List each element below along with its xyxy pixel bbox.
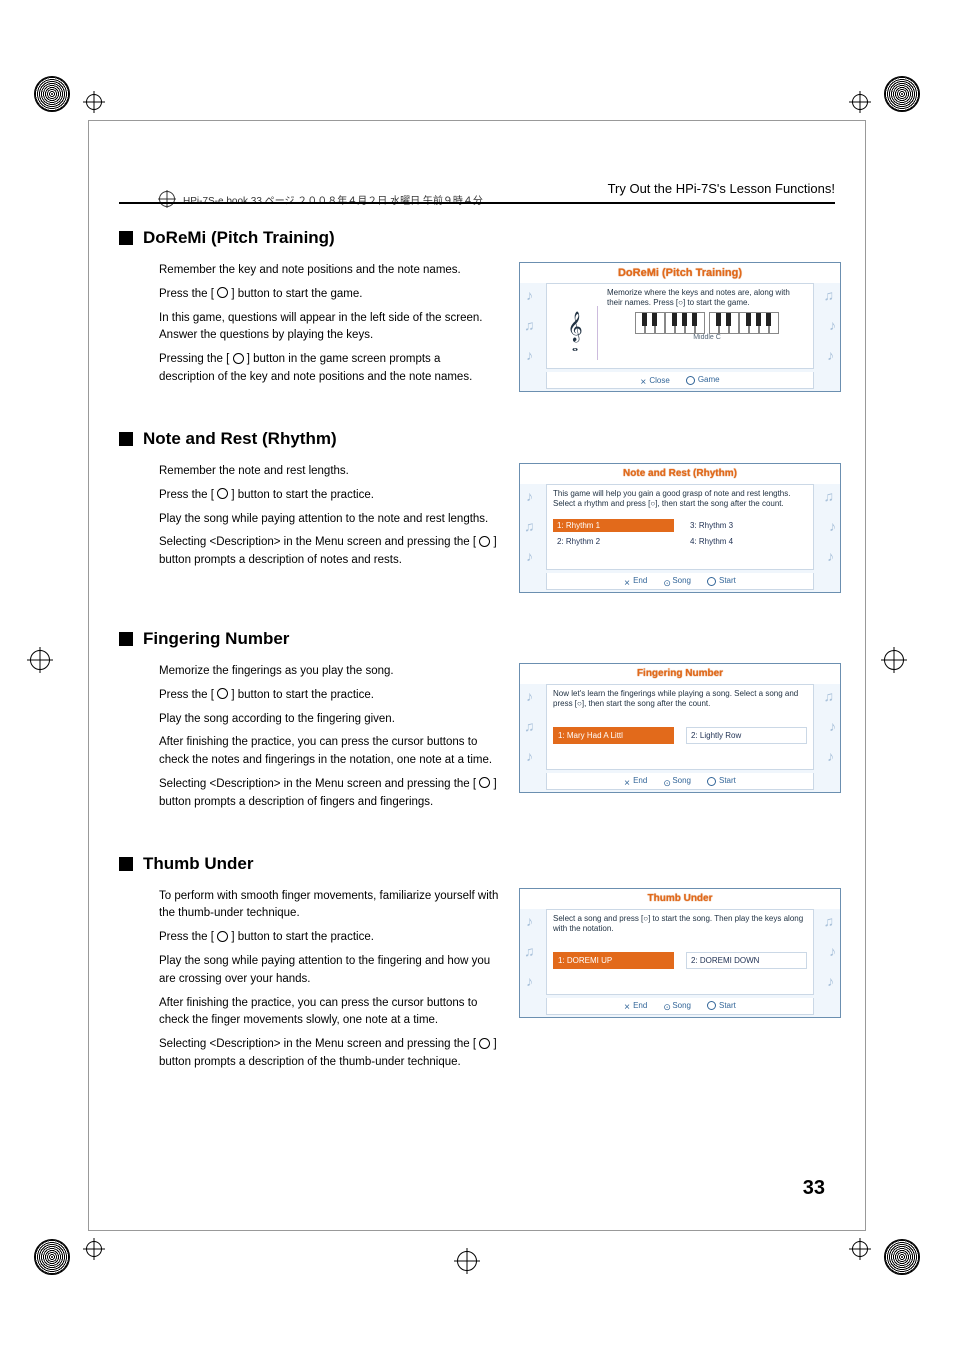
reg-mark-footer-r — [852, 1241, 868, 1257]
thumb-body: To perform with smooth finger movements,… — [119, 888, 499, 1078]
song-option-1[interactable]: 1: DOREMI UP — [553, 952, 674, 969]
mode-label: Middle C — [607, 334, 807, 341]
circle-icon — [479, 1038, 490, 1049]
deco-notes-right: ♫♪♪ — [814, 909, 840, 1017]
song-button[interactable]: Song — [663, 576, 691, 585]
deco-notes-left: ♪♫♪ — [520, 484, 546, 592]
panel-footer: End Song Start — [546, 573, 814, 590]
deco-notes-left: ♪♫♪ — [520, 283, 546, 391]
panel-footer: End Song Start — [546, 773, 814, 790]
running-head: Try Out the HPi-7S's Lesson Functions! — [119, 181, 835, 196]
circle-icon — [217, 287, 228, 298]
panel-desc: Memorize where the keys and notes are, a… — [607, 288, 807, 308]
section-title-doremi: DoReMi (Pitch Training) — [119, 228, 835, 248]
section-title-thumb: Thumb Under — [119, 854, 835, 874]
fingering-panel: ♪ ♬ ♫ ♪ ♬ ♫ ♪ ♬ ♫ ♪ ♬ ♫ ♪ ♬ ♫ ♪ ♬ ♫ ♪ ♬ … — [519, 663, 841, 793]
doremi-panel: ♪ ♬ ♫ ♪ ♬ ♫ ♪ ♬ ♫ ♪ ♬ ♫ ♪ ♬ ♫ ♪ ♬ ♫ ♪ ♬ … — [519, 262, 841, 392]
reg-mark-right — [884, 650, 924, 690]
rhythm-option-4[interactable]: 4: Rhythm 4 — [686, 535, 807, 548]
song-option-1[interactable]: 1: Mary Had A Littl — [553, 727, 674, 744]
thumb-panel: ♪ ♬ ♫ ♪ ♬ ♫ ♪ ♬ ♫ ♪ ♬ ♫ ♪ ♬ ♫ ♪ ♬ ♫ ♪ ♬ … — [519, 888, 841, 1018]
circle-icon — [217, 688, 228, 699]
page-frame: HPi-7S-e.book 33 ページ ２００８年４月２日 水曜日 午前９時４… — [88, 120, 866, 1231]
deco-notes-right: ♫♪♪ — [814, 484, 840, 592]
panel-title: DoReMi (Pitch Training) — [520, 263, 840, 283]
circle-icon — [233, 353, 244, 364]
noterest-panel: ♪ ♬ ♫ ♪ ♬ ♫ ♪ ♬ ♫ ♪ ♬ ♫ ♪ ♬ ♫ ♪ ♬ ♫ ♪ ♬ … — [519, 463, 841, 593]
treble-clef-icon: 𝄞 𝅝 — [553, 306, 598, 360]
song-button[interactable]: Song — [663, 776, 691, 785]
circle-icon — [479, 777, 490, 788]
panel-title: Note and Rest (Rhythm) — [520, 464, 840, 484]
end-button[interactable]: End — [624, 776, 647, 785]
keyboard-icon — [607, 312, 807, 334]
deco-notes-right: ♫♪♪ — [814, 684, 840, 792]
start-button[interactable]: Start — [707, 1001, 736, 1010]
noterest-body: Remember the note and rest lengths. Pres… — [119, 463, 499, 593]
panel-footer: End Song Start — [546, 998, 814, 1015]
deco-notes-left: ♪♫♪ — [520, 684, 546, 792]
rhythm-option-2[interactable]: 2: Rhythm 2 — [553, 535, 674, 548]
panel-desc: This game will help you gain a good gras… — [553, 489, 807, 509]
deco-notes-left: ♪♫♪ — [520, 909, 546, 1017]
page-number: 33 — [803, 1177, 825, 1200]
panel-desc: Now let's learn the fingerings while pla… — [553, 689, 807, 709]
deco-notes-right: ♫♪♪ — [814, 283, 840, 391]
reg-mark-center-bottom — [457, 1251, 497, 1291]
panel-title: Fingering Number — [520, 664, 840, 684]
circle-icon — [217, 931, 228, 942]
song-button[interactable]: Song — [663, 1001, 691, 1010]
header-rule — [119, 202, 835, 204]
crop-disc-bl — [34, 1239, 70, 1275]
start-button[interactable]: Start — [707, 776, 736, 785]
panel-desc: Select a song and press [○] to start the… — [553, 914, 807, 934]
end-button[interactable]: End — [624, 576, 647, 585]
panel-footer: Close Game — [546, 372, 814, 389]
crop-disc-tr — [884, 76, 920, 112]
song-option-2[interactable]: 2: Lightly Row — [686, 727, 807, 744]
crop-disc-br — [884, 1239, 920, 1275]
start-button[interactable]: Start — [707, 576, 736, 585]
close-button[interactable]: Close — [640, 376, 669, 385]
doremi-body: Remember the key and note positions and … — [119, 262, 499, 393]
end-button[interactable]: End — [624, 1001, 647, 1010]
circle-icon — [217, 488, 228, 499]
circle-icon — [479, 536, 490, 547]
rhythm-option-1[interactable]: 1: Rhythm 1 — [553, 519, 674, 532]
song-option-2[interactable]: 2: DOREMI DOWN — [686, 952, 807, 969]
crop-disc-tl — [34, 76, 70, 112]
fingering-body: Memorize the fingerings as you play the … — [119, 663, 499, 818]
game-button[interactable]: Game — [686, 375, 720, 384]
panel-title: Thumb Under — [520, 889, 840, 909]
reg-mark-left — [30, 650, 70, 690]
section-title-fingering: Fingering Number — [119, 629, 835, 649]
rhythm-option-3[interactable]: 3: Rhythm 3 — [686, 519, 807, 532]
reg-mark-footer-l — [86, 1241, 102, 1257]
section-title-noterest: Note and Rest (Rhythm) — [119, 429, 835, 449]
reg-mark-header — [86, 94, 102, 110]
reg-mark-header-r — [852, 94, 868, 110]
